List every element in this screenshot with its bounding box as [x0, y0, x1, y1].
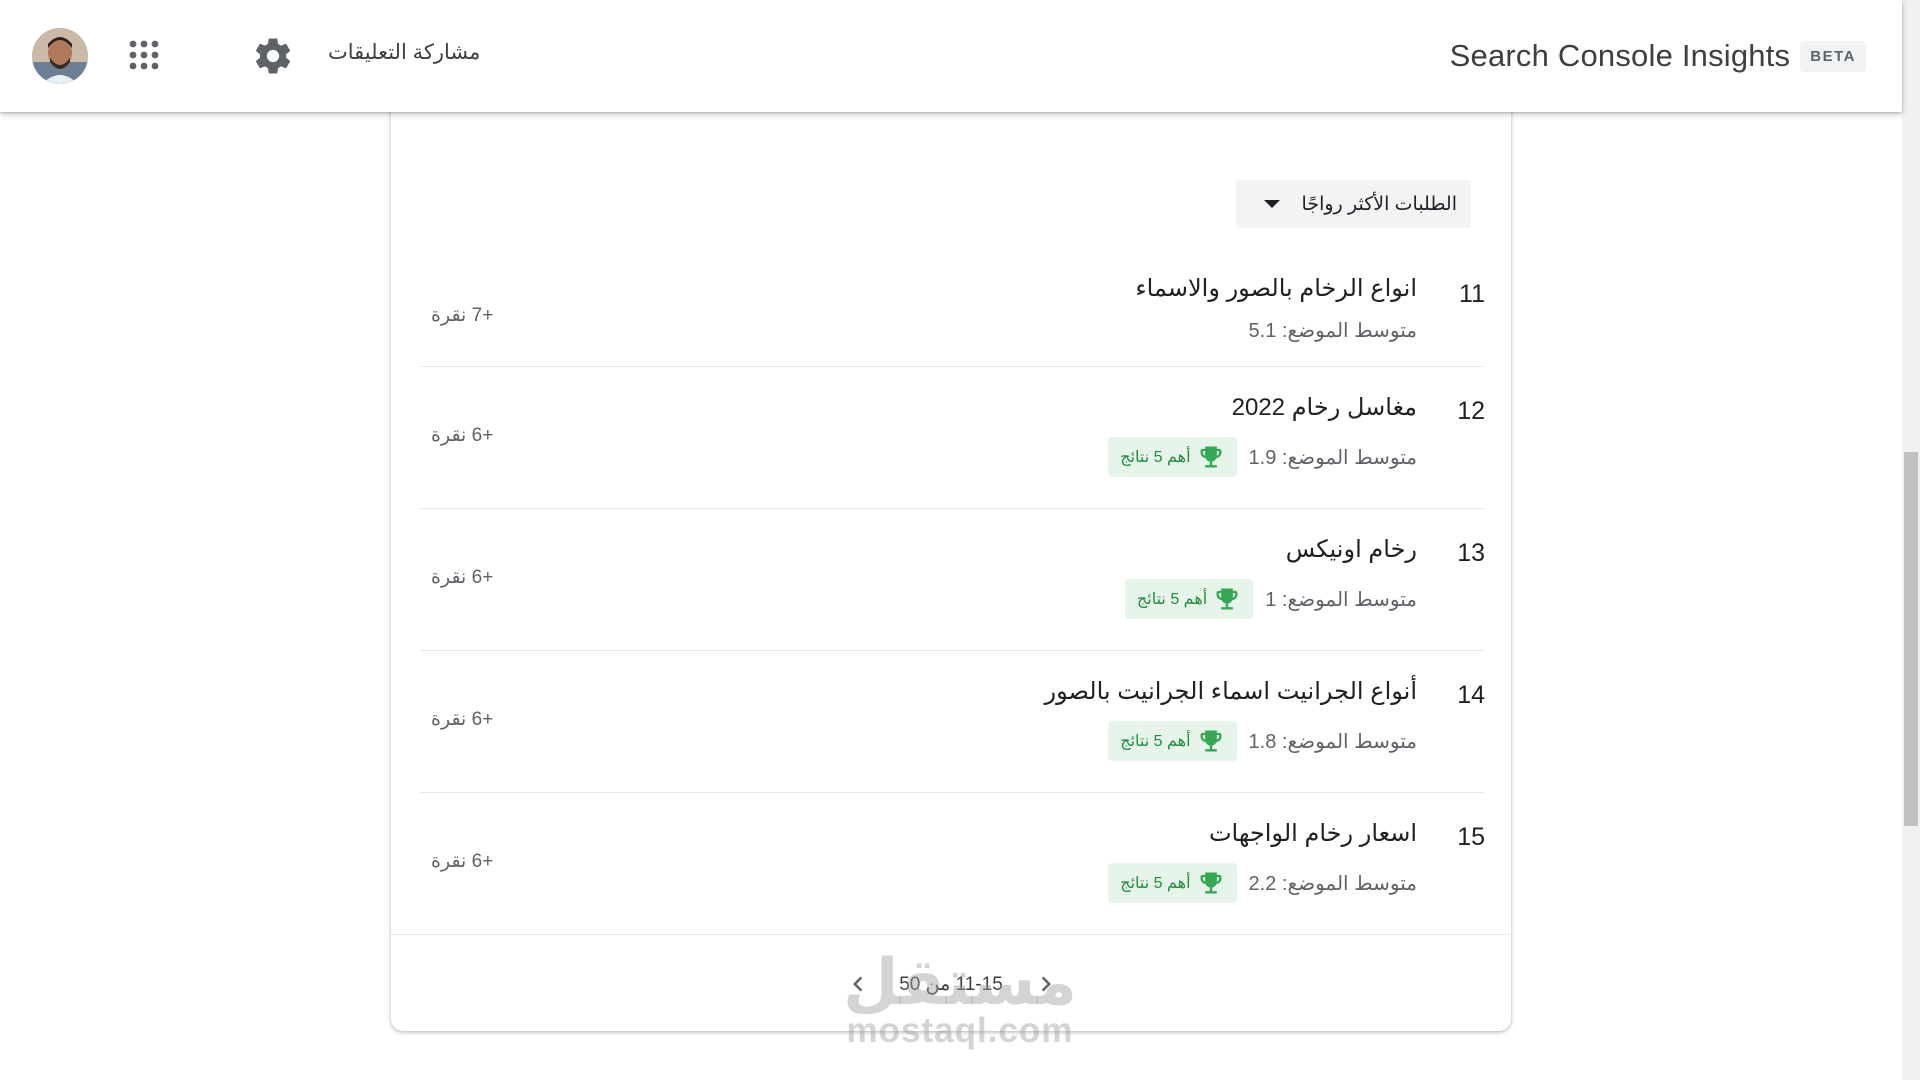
query-text: اسعار رخام الواجهات	[1208, 820, 1417, 847]
trophy-icon	[1200, 872, 1222, 894]
row-rank: 13	[1457, 539, 1485, 567]
avg-position: متوسط الموضع: 5.1	[1248, 319, 1417, 342]
avg-position: متوسط الموضع: 1	[1265, 588, 1417, 611]
queries-card: الطلبات الأكثر رواجًا 11 انواع الرخام با…	[391, 60, 1511, 1031]
clicks-count: +6 نقرة	[431, 567, 494, 588]
chevron-right-icon[interactable]	[1031, 969, 1061, 999]
avg-position: متوسط الموضع: 1.8	[1248, 730, 1417, 753]
apps-grid-icon[interactable]	[128, 39, 160, 71]
feedback-link[interactable]: مشاركة التعليقات	[328, 40, 480, 65]
query-row[interactable]: 11 انواع الرخام بالصور والاسماء متوسط ال…	[419, 254, 1485, 367]
row-rank: 12	[1457, 397, 1485, 425]
trophy-icon	[1200, 730, 1222, 752]
query-row[interactable]: 13 رخام اونيكس متوسط الموضع: 1 أهم 5 نتا…	[419, 509, 1485, 651]
app-header: مشاركة التعليقات Search Console Insights…	[0, 0, 1902, 112]
badge-label: أهم 5 نتائج	[1120, 875, 1191, 892]
dropdown-arrow-icon	[1263, 200, 1280, 208]
clicks-count: +6 نقرة	[431, 425, 494, 446]
pagination-label: 11-15 من 50	[899, 974, 1003, 995]
trophy-icon	[1216, 588, 1238, 610]
row-rank: 14	[1457, 681, 1485, 709]
row-meta: متوسط الموضع: 2.2 أهم 5 نتائج	[1108, 863, 1417, 903]
dropdown-label: الطلبات الأكثر رواجًا	[1301, 193, 1457, 215]
query-text: أنواع الجرانيت اسماء الجرانيت بالصور	[1044, 678, 1417, 705]
gear-icon[interactable]	[252, 35, 294, 77]
query-type-dropdown[interactable]: الطلبات الأكثر رواجًا	[1235, 180, 1471, 228]
brand: Search Console Insights BETA	[1450, 36, 1866, 76]
avatar[interactable]	[32, 28, 88, 84]
row-meta: متوسط الموضع: 1.9 أهم 5 نتائج	[1108, 437, 1417, 477]
beta-badge: BETA	[1800, 40, 1866, 72]
query-text: انواع الرخام بالصور والاسماء	[1135, 275, 1417, 302]
scrollbar-track[interactable]	[1902, 0, 1920, 1080]
badge-label: أهم 5 نتائج	[1120, 733, 1191, 750]
avg-position: متوسط الموضع: 1.9	[1248, 446, 1417, 469]
top5-badge: أهم 5 نتائج	[1108, 437, 1237, 477]
app-title: Search Console Insights	[1449, 38, 1791, 73]
query-text: رخام اونيكس	[1285, 536, 1417, 563]
clicks-count: +7 نقرة	[431, 305, 494, 326]
row-rank: 11	[1459, 280, 1485, 308]
row-rank: 15	[1457, 823, 1485, 851]
top5-badge: أهم 5 نتائج	[1124, 579, 1254, 619]
top5-badge: أهم 5 نتائج	[1108, 863, 1237, 903]
row-meta: متوسط الموضع: 5.1	[1249, 310, 1417, 350]
query-row[interactable]: 15 اسعار رخام الواجهات متوسط الموضع: 2.2…	[419, 793, 1485, 934]
row-meta: متوسط الموضع: 1 أهم 5 نتائج	[1124, 579, 1417, 619]
avg-position: متوسط الموضع: 2.2	[1248, 872, 1417, 895]
top5-badge: أهم 5 نتائج	[1108, 721, 1237, 761]
clicks-count: +6 نقرة	[431, 851, 494, 872]
pagination: 11-15 من 50	[391, 934, 1511, 1032]
badge-label: أهم 5 نتائج	[1136, 591, 1208, 608]
row-meta: متوسط الموضع: 1.8 أهم 5 نتائج	[1108, 721, 1417, 761]
query-row[interactable]: 12 مغاسل رخام 2022 متوسط الموضع: 1.9 أهم…	[419, 367, 1485, 509]
badge-label: أهم 5 نتائج	[1120, 449, 1191, 466]
query-row[interactable]: 14 أنواع الجرانيت اسماء الجرانيت بالصور …	[419, 651, 1485, 793]
scrollbar-thumb[interactable]	[1904, 452, 1918, 826]
clicks-count: +6 نقرة	[431, 709, 494, 730]
query-text: مغاسل رخام 2022	[1231, 394, 1417, 421]
trophy-icon	[1200, 446, 1222, 468]
